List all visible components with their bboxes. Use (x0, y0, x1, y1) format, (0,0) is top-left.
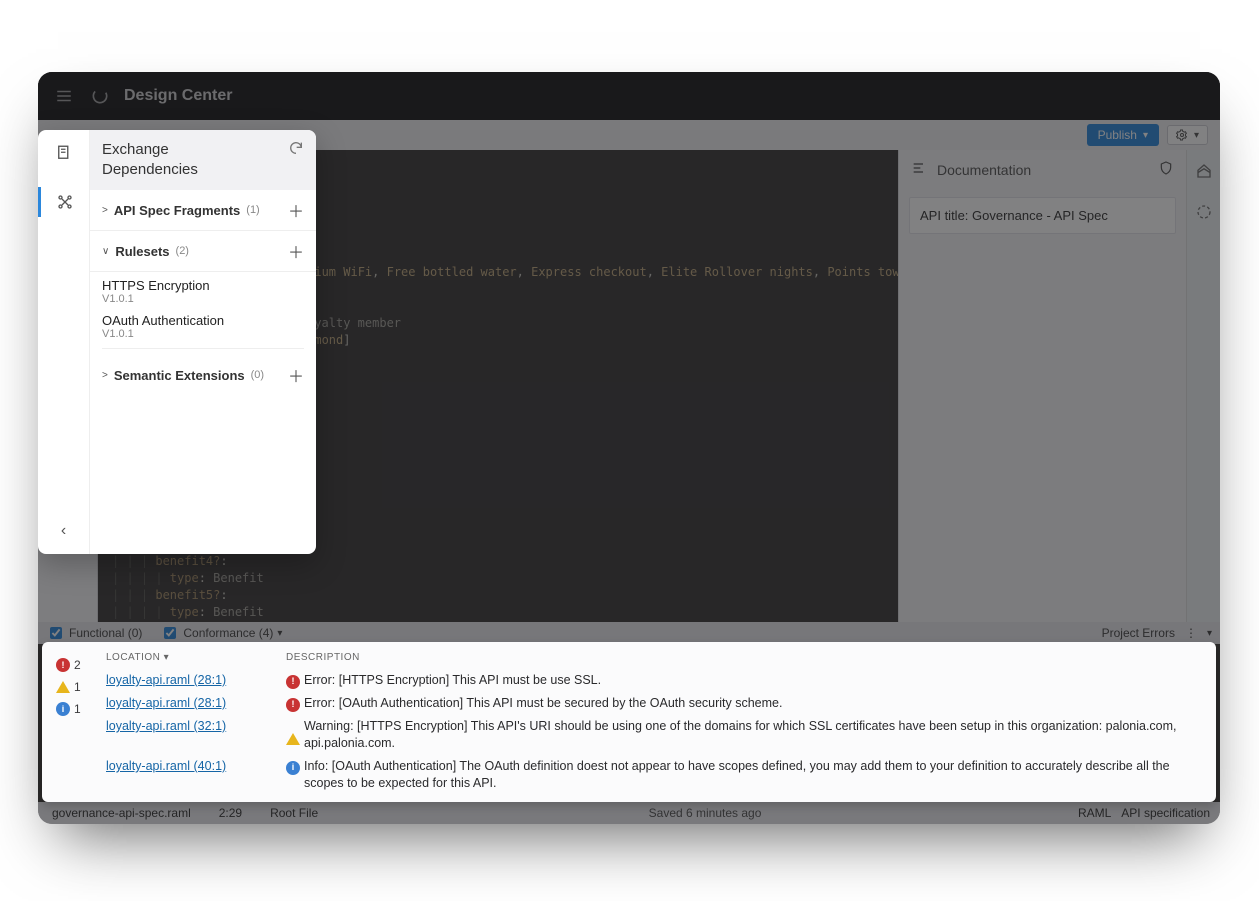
info-icon: i (56, 702, 70, 716)
chevron-right-icon: > (102, 370, 108, 381)
section-api-fragments[interactable]: > API Spec Fragments (1) ＋ (90, 190, 316, 231)
doc-panel-title: Documentation (937, 162, 1031, 178)
error-icon: ! (286, 698, 300, 712)
problem-message: Warning: [HTTPS Encryption] This API's U… (304, 718, 1202, 752)
chevron-down-icon: ▾ (1194, 130, 1199, 141)
shield-icon[interactable] (1158, 160, 1174, 179)
add-ruleset-button[interactable]: ＋ (288, 239, 304, 263)
warning-icon (56, 681, 70, 693)
api-title-box: API title: Governance - API Spec (909, 197, 1176, 234)
exchange-dependencies-popover: ‹ Exchange Dependencies > API Spec Fragm… (38, 130, 316, 554)
product-logo-icon (88, 84, 112, 108)
ruleset-item-https[interactable]: HTTPS Encryption V1.0.1 (90, 272, 316, 307)
footer-saved: Saved 6 minutes ago (332, 806, 1078, 820)
problem-message: Info: [OAuth Authentication] The OAuth d… (304, 758, 1202, 792)
chevron-right-icon: > (102, 205, 108, 216)
problem-message: Error: [OAuth Authentication] This API m… (304, 695, 1202, 712)
popover-title: Exchange Dependencies (102, 140, 262, 180)
problem-row[interactable]: loyalty-api.raml (28:1) ! Error: [OAuth … (106, 692, 1202, 715)
col-description[interactable]: DESCRIPTION (286, 652, 1202, 663)
documentation-panel: Documentation API title: Governance - AP… (898, 150, 1186, 622)
footer-spec: API specification (1121, 806, 1210, 820)
add-extension-button[interactable]: ＋ (288, 363, 304, 387)
problem-row[interactable]: loyalty-api.raml (32:1) Warning: [HTTPS … (106, 715, 1202, 755)
problem-location-link[interactable]: loyalty-api.raml (32:1) (106, 718, 286, 735)
functional-checkbox[interactable] (50, 627, 62, 639)
collapse-icon[interactable]: ‹ (61, 522, 66, 540)
app-window: Design Center Publish ▾ ▾ %R (38, 72, 1220, 824)
menu-icon[interactable] (52, 84, 76, 108)
section-semantic-ext[interactable]: > Semantic Extensions (0) ＋ (90, 355, 316, 395)
footer-cursor: 2:29 (205, 806, 256, 820)
files-icon[interactable] (55, 144, 73, 167)
publish-button[interactable]: Publish ▾ (1087, 124, 1159, 146)
popover-rail: ‹ (38, 130, 90, 554)
problem-location-link[interactable]: loyalty-api.raml (40:1) (106, 758, 286, 775)
error-icon: ! (56, 658, 70, 672)
chevron-down-icon: ▾ (277, 628, 282, 639)
add-fragment-button[interactable]: ＋ (288, 198, 304, 222)
project-errors-label[interactable]: Project Errors (1102, 626, 1175, 640)
problem-location-link[interactable]: loyalty-api.raml (28:1) (106, 695, 286, 712)
problems-tabs: Functional (0) Conformance (4) ▾ Project… (38, 622, 1220, 644)
publish-label: Publish (1098, 128, 1137, 142)
footer-root: Root File (256, 806, 332, 820)
right-rail (1186, 150, 1220, 622)
info-icon: i (286, 761, 300, 775)
col-location[interactable]: LOCATION (106, 652, 160, 663)
chevron-down-icon: ∨ (102, 246, 109, 257)
conformance-tab[interactable]: Conformance (4) ▾ (160, 624, 282, 642)
ruleset-item-oauth[interactable]: OAuth Authentication V1.0.1 (90, 307, 316, 342)
problem-row[interactable]: loyalty-api.raml (28:1) ! Error: [HTTPS … (106, 669, 1202, 692)
outline-icon[interactable] (911, 160, 927, 179)
topbar: Design Center (38, 72, 1220, 120)
problem-counts: !2 1 i1 (56, 650, 92, 724)
more-icon[interactable]: ⋮ (1185, 626, 1197, 640)
chevron-down-icon: ▾ (164, 652, 170, 663)
problem-message: Error: [HTTPS Encryption] This API must … (304, 672, 1202, 689)
functional-tab[interactable]: Functional (0) (46, 624, 142, 642)
chevron-down-icon[interactable]: ▾ (1207, 628, 1212, 639)
problem-location-link[interactable]: loyalty-api.raml (28:1) (106, 672, 286, 689)
brand-title: Design Center (124, 87, 232, 105)
conformance-checkbox[interactable] (164, 627, 176, 639)
status-bar: governance-api-spec.raml 2:29 Root File … (38, 802, 1220, 824)
error-icon: ! (286, 675, 300, 689)
home-icon[interactable] (1195, 162, 1213, 185)
warning-icon (286, 719, 300, 745)
chevron-down-icon: ▾ (1143, 130, 1148, 141)
problem-row[interactable]: loyalty-api.raml (40:1) i Info: [OAuth A… (106, 755, 1202, 795)
target-icon[interactable] (1195, 203, 1213, 226)
footer-lang: RAML (1078, 806, 1111, 820)
settings-button[interactable]: ▾ (1167, 125, 1208, 145)
problems-panel: !2 1 i1 LOCATION ▾ DESCRIPTION loyalty-a… (42, 642, 1216, 802)
dependencies-icon[interactable] (38, 187, 89, 217)
section-rulesets[interactable]: ∨ Rulesets (2) ＋ (90, 231, 316, 272)
footer-file: governance-api-spec.raml (38, 806, 205, 820)
refresh-icon[interactable] (288, 140, 304, 162)
